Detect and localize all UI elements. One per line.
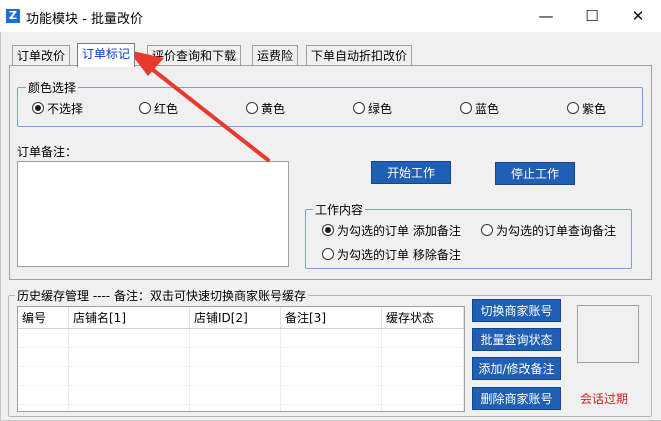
tab-auto-discount[interactable]: 下单自动折扣改价	[306, 45, 413, 66]
radio-icon	[481, 224, 493, 236]
column-header-cache-status[interactable]: 缓存状态	[381, 307, 464, 329]
tab-order-mark[interactable]: 订单标记	[77, 43, 136, 67]
column-header-shop-id[interactable]: 店铺ID[2]	[189, 307, 281, 329]
radio-purple[interactable]: 紫色	[567, 100, 606, 116]
column-header-id[interactable]: 编号	[18, 307, 69, 329]
radio-red[interactable]: 红色	[139, 100, 178, 116]
radio-icon	[353, 102, 365, 114]
table-row	[18, 328, 464, 348]
radio-query-memo[interactable]: 为勾选的订单查询备注	[481, 222, 616, 238]
radio-icon	[246, 102, 258, 114]
avatar-box	[577, 305, 639, 363]
window-title: 功能模块 - 批量改价	[26, 12, 143, 27]
radio-none[interactable]: 不选择	[32, 100, 83, 116]
tab-order-reprice[interactable]: 订单改价	[12, 45, 71, 66]
radio-checked-icon	[32, 102, 44, 114]
tab-shipping-insurance[interactable]: 运费险	[252, 45, 299, 66]
column-header-shop-name[interactable]: 店铺名[1]	[68, 307, 190, 329]
stop-button[interactable]: 停止工作	[495, 162, 575, 185]
title-bar: Z 功能模块 - 批量改价 — ☐ ✕	[0, 0, 661, 32]
tab-review-query[interactable]: 评价查询和下载	[147, 45, 242, 66]
radio-checked-icon	[322, 224, 334, 236]
radio-add-memo[interactable]: 为勾选的订单 添加备注	[322, 222, 461, 238]
radio-icon	[139, 102, 151, 114]
radio-icon	[322, 248, 334, 260]
table-row	[18, 366, 464, 386]
maximize-button[interactable]: ☐	[569, 0, 615, 32]
delete-account-button[interactable]: 删除商家账号	[472, 387, 561, 410]
history-legend: 历史缓存管理 ---- 备注：双击可快速切换商家账号缓存	[15, 287, 308, 304]
table-row	[18, 404, 464, 411]
history-table[interactable]: 编号 店铺名[1] 店铺ID[2] 备注[3] 缓存状态	[17, 306, 465, 412]
column-header-note[interactable]: 备注[3]	[280, 307, 382, 329]
color-group-legend: 颜色选择	[26, 79, 79, 96]
close-button[interactable]: ✕	[615, 0, 661, 32]
memo-textarea[interactable]	[17, 161, 289, 267]
table-row	[18, 347, 464, 367]
radio-remove-memo[interactable]: 为勾选的订单 移除备注	[322, 246, 461, 262]
radio-blue[interactable]: 蓝色	[460, 100, 499, 116]
radio-icon	[460, 102, 472, 114]
color-group	[17, 87, 643, 127]
minimize-button[interactable]: —	[523, 0, 569, 32]
radio-yellow[interactable]: 黄色	[246, 100, 285, 116]
switch-account-button[interactable]: 切换商家账号	[472, 299, 561, 322]
radio-green[interactable]: 绿色	[353, 100, 392, 116]
app-icon: Z	[6, 9, 20, 23]
memo-label: 订单备注：	[17, 145, 78, 159]
session-status: 会话过期	[580, 392, 629, 406]
radio-icon	[567, 102, 579, 114]
start-button[interactable]: 开始工作	[371, 161, 451, 184]
edit-note-button[interactable]: 添加/修改备注	[472, 357, 561, 380]
table-row	[18, 385, 464, 405]
work-group-legend: 工作内容	[313, 201, 366, 218]
batch-query-button[interactable]: 批量查询状态	[472, 328, 561, 351]
